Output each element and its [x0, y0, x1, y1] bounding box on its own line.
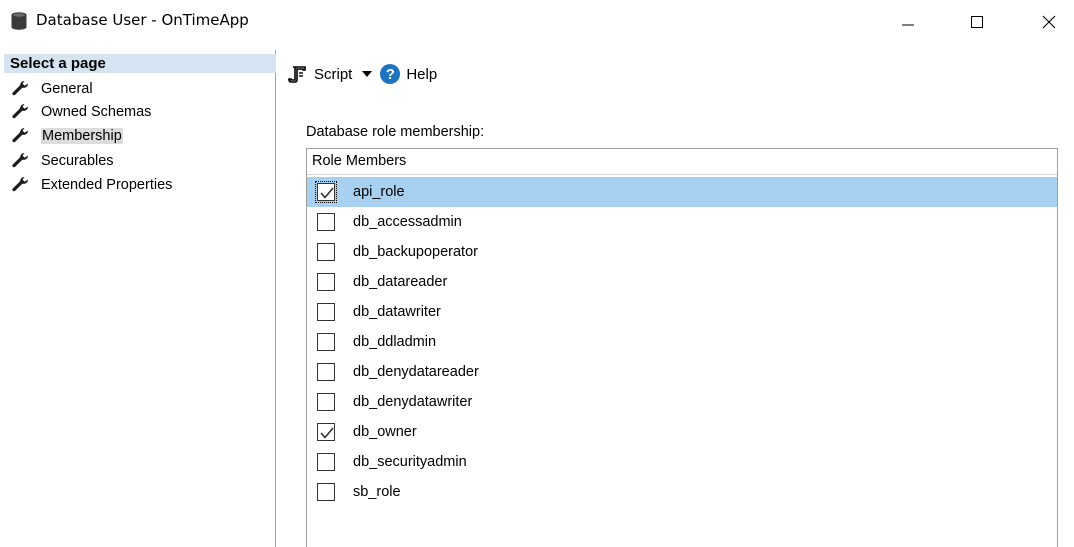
page-item-label: Securables — [41, 153, 114, 169]
role-membership-label: Database role membership: — [306, 124, 485, 140]
page-item-extended-properties[interactable]: Extended Properties — [12, 175, 172, 195]
page-item-membership[interactable]: Membership — [12, 126, 123, 146]
wrench-icon — [12, 81, 29, 96]
wrench-icon — [12, 153, 29, 168]
role-name: db_securityadmin — [353, 454, 467, 470]
select-page-header: Select a page — [4, 54, 276, 73]
role-name: db_accessadmin — [353, 214, 462, 230]
toolbar: Script ? Help — [288, 62, 437, 86]
minimize-button[interactable] — [885, 0, 931, 44]
role-checkbox[interactable] — [317, 453, 335, 471]
help-label: Help — [406, 65, 438, 83]
role-name: db_datawriter — [353, 304, 441, 320]
database-icon — [11, 12, 27, 30]
wrench-icon — [12, 104, 29, 119]
role-checkbox[interactable] — [317, 303, 335, 321]
role-name: api_role — [353, 184, 405, 200]
page-item-label: Extended Properties — [41, 177, 173, 193]
page-item-securables[interactable]: Securables — [12, 151, 114, 171]
script-label: Script — [314, 65, 353, 83]
role-row[interactable]: api_role — [307, 177, 1057, 207]
script-button[interactable]: Script — [288, 62, 352, 86]
help-icon: ? — [380, 64, 401, 84]
maximize-button[interactable] — [954, 0, 1000, 44]
role-checkbox[interactable] — [317, 273, 335, 291]
role-name: db_ddladmin — [353, 334, 437, 350]
page-selector-pane: Select a page — [0, 50, 276, 547]
help-button[interactable]: ? Help — [380, 62, 437, 86]
role-checkbox[interactable] — [317, 393, 335, 411]
role-row[interactable]: db_denydatareader — [307, 357, 1057, 387]
role-row[interactable]: db_owner — [307, 417, 1057, 447]
role-row[interactable]: db_accessadmin — [307, 207, 1057, 237]
page-item-owned-schemas[interactable]: Owned Schemas — [12, 102, 151, 122]
page-item-label: Membership — [41, 128, 123, 144]
close-button[interactable] — [1026, 0, 1072, 44]
role-name: db_denydatawriter — [353, 394, 473, 410]
script-icon — [288, 66, 306, 83]
role-row[interactable]: db_datareader — [307, 267, 1057, 297]
title-bar: Database User - OnTimeApp — [0, 0, 1074, 44]
role-name: db_backupoperator — [353, 244, 478, 260]
role-row[interactable]: db_denydatawriter — [307, 387, 1057, 417]
wrench-icon — [12, 128, 29, 143]
role-checkbox[interactable] — [317, 483, 335, 501]
wrench-icon — [12, 177, 29, 192]
role-name: db_denydatareader — [353, 364, 479, 380]
role-row[interactable]: db_securityadmin — [307, 447, 1057, 477]
role-checkbox[interactable] — [317, 243, 335, 261]
role-members-grid: Role Members api_role db_accessadmin db_ba… — [306, 148, 1058, 547]
checkmark-icon — [320, 187, 334, 199]
role-checkbox[interactable] — [317, 423, 335, 441]
page-item-general[interactable]: General — [12, 79, 93, 99]
role-checkbox[interactable] — [315, 181, 337, 203]
role-row[interactable]: db_backupoperator — [307, 237, 1057, 267]
role-name: db_datareader — [353, 274, 448, 290]
page-item-label: General — [41, 81, 93, 97]
role-name: db_owner — [353, 424, 417, 440]
window-title: Database User - OnTimeApp — [36, 11, 249, 29]
checkmark-icon — [320, 427, 334, 439]
page-item-label: Owned Schemas — [41, 104, 152, 120]
role-checkbox[interactable] — [317, 333, 335, 351]
role-row[interactable]: db_ddladmin — [307, 327, 1057, 357]
column-header-role-members: Role Members — [307, 149, 1057, 175]
role-name: sb_role — [353, 484, 401, 500]
role-row[interactable]: db_datawriter — [307, 297, 1057, 327]
role-checkbox[interactable] — [317, 213, 335, 231]
maximize-icon — [971, 16, 983, 28]
minimize-icon — [902, 24, 914, 26]
role-row[interactable]: sb_role — [307, 477, 1057, 507]
script-dropdown-icon[interactable] — [362, 71, 373, 77]
role-checkbox[interactable] — [317, 363, 335, 381]
close-icon — [1042, 15, 1056, 29]
